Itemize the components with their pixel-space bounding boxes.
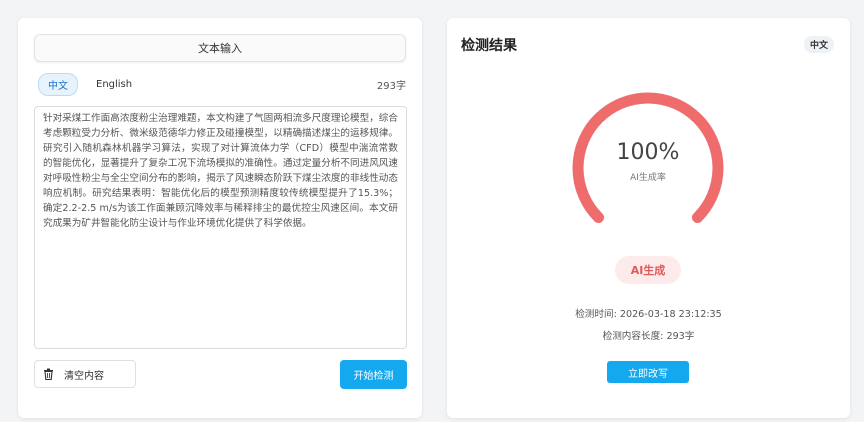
clear-content-label: 清空内容	[64, 370, 104, 382]
input-panel: 文本输入 中文 English 293字 针对采煤工作面高浓度粉尘治理难题，本文…	[18, 18, 422, 418]
rewrite-button[interactable]: 立即改写	[607, 361, 689, 383]
language-option-en[interactable]: English	[86, 75, 142, 94]
detect-time: 检测时间: 2026-03-18 23:12:35	[575, 309, 722, 320]
char-count: 293字	[376, 80, 406, 92]
gauge-value: 100%	[616, 140, 680, 165]
verdict-badge: AI生成	[615, 256, 681, 284]
language-switcher: 中文 English 293字	[38, 72, 406, 96]
content-length: 检测内容长度: 293字	[602, 331, 695, 342]
gauge-label: AI生成率	[630, 173, 666, 183]
result-panel: 检测结果 中文 100% AI生成率 AI生成 检测时间: 2026-03-18…	[447, 18, 850, 418]
result-title: 检测结果	[461, 38, 517, 54]
language-badge: 中文	[803, 36, 834, 53]
tab-text-input[interactable]: 文本输入	[34, 34, 406, 62]
language-option-zh[interactable]: 中文	[38, 72, 78, 96]
start-detection-button[interactable]: 开始检测	[340, 360, 407, 389]
text-input-area[interactable]: 针对采煤工作面高浓度粉尘治理难题，本文构建了气固两相流多尺度理论模型，综合考虑颗…	[34, 106, 407, 349]
clear-content-button[interactable]: 清空内容	[34, 360, 136, 388]
trash-icon	[44, 368, 53, 380]
ai-rate-gauge	[572, 92, 724, 223]
